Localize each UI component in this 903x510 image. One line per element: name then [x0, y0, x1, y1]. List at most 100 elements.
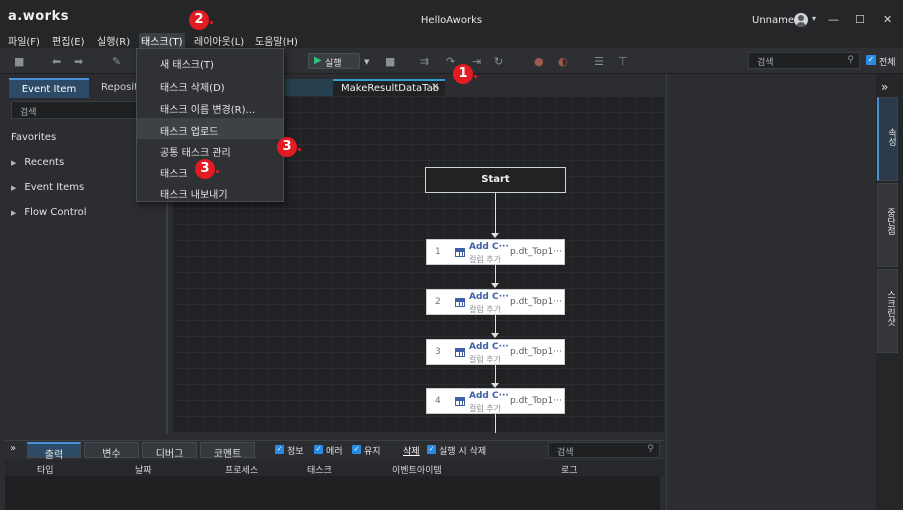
editor-tab-active[interactable]: MakeResultDataTab ✕: [333, 79, 445, 96]
toolbar-search-placeholder: 검색: [757, 58, 774, 68]
menu-rename-task[interactable]: 태스크 이름 변경(R)...: [137, 96, 283, 117]
column-type[interactable]: 타입: [37, 463, 54, 476]
table-icon: [455, 298, 465, 307]
collapse-right-icon[interactable]: »: [881, 80, 888, 94]
align-top-icon[interactable]: ⊤: [618, 55, 628, 68]
tree-item-label: Event Items: [24, 182, 85, 193]
tree-item-recents[interactable]: ▶ Recents: [11, 157, 64, 168]
menu-export-task[interactable]: 태스크 내보내기: [137, 181, 283, 202]
tab-debug[interactable]: 디버그: [142, 442, 197, 460]
user-avatar-icon[interactable]: [794, 13, 808, 27]
connector-arrow-icon: [491, 283, 499, 288]
save-icon[interactable]: ■: [14, 55, 24, 68]
step-subtitle: 컬럼 추가: [469, 255, 501, 264]
side-tab-properties[interactable]: 속성: [877, 97, 898, 181]
menu-delete-task[interactable]: 태스크 삭제(D): [137, 74, 283, 95]
menu-run[interactable]: 실행(R): [95, 33, 132, 48]
start-node[interactable]: Start: [425, 167, 566, 193]
side-tab-label: 스크린샷: [885, 290, 895, 326]
menu-file[interactable]: 파일(F): [6, 33, 42, 48]
step-param: p.dt_Top1···: [510, 347, 562, 357]
side-tab-screenshot[interactable]: 스크린샷: [877, 269, 898, 353]
stop-icon[interactable]: ■: [385, 55, 395, 68]
tab-comment[interactable]: 코멘트: [200, 442, 255, 460]
all-checkbox[interactable]: ✓: [866, 55, 876, 65]
step-into-icon[interactable]: ↷: [446, 55, 455, 68]
annotation-dot: [298, 148, 301, 151]
filter-error-checkbox[interactable]: ✓: [314, 445, 323, 454]
restart-icon[interactable]: ↻: [494, 55, 503, 68]
menu-common-task-management[interactable]: 공통 태스크 관리: [137, 139, 283, 160]
step-number: 2: [435, 297, 441, 307]
back-arrow-icon[interactable]: ⬅: [52, 55, 61, 68]
connector-line: [495, 265, 496, 283]
table-icon: [455, 248, 465, 257]
flow-step-4[interactable]: 4 Add C··· 컬럼 추가 p.dt_Top1···: [426, 388, 565, 414]
delete-on-run-checkbox[interactable]: ✓: [427, 445, 436, 454]
flow-step-2[interactable]: 2 Add C··· 컬럼 추가 p.dt_Top1···: [426, 289, 565, 315]
column-log[interactable]: 로그: [561, 463, 578, 476]
menu-layout[interactable]: 레이아웃(L): [192, 33, 246, 48]
play-icon: ▶: [314, 55, 322, 66]
forward-arrow-icon[interactable]: ➡: [74, 55, 83, 68]
annotation-dot: [474, 75, 477, 78]
step-out-icon[interactable]: ⇥: [472, 55, 481, 68]
menu-bar: [0, 30, 903, 48]
delete-log-button[interactable]: 삭제: [403, 444, 420, 457]
tree-item-label: Flow Control: [24, 207, 87, 218]
menu-upload-task[interactable]: 태스크 업로드: [137, 118, 283, 139]
menu-new-task[interactable]: 새 태스크(T): [137, 51, 283, 72]
column-date[interactable]: 날짜: [135, 463, 152, 476]
align-icon[interactable]: ☰: [594, 55, 604, 68]
connector-line: [495, 365, 496, 383]
connector-arrow-icon: [491, 333, 499, 338]
step-number: 3: [435, 347, 441, 357]
flow-step-1[interactable]: 1 Add C··· 컬럼 추가 p.dt_Top1···: [426, 239, 565, 265]
filter-keep-checkbox[interactable]: ✓: [352, 445, 361, 454]
column-process[interactable]: 프로세스: [225, 463, 258, 476]
output-search-input[interactable]: 검색 ⚲: [548, 442, 660, 458]
pin-icon[interactable]: ✎: [112, 55, 121, 68]
table-icon: [455, 348, 465, 357]
tree-item-event-items[interactable]: ▶ Event Items: [11, 182, 84, 193]
filter-info-checkbox[interactable]: ✓: [275, 445, 284, 454]
run-options-chevron-icon[interactable]: ▼: [364, 58, 369, 66]
filter-error-label: 에러: [326, 447, 343, 457]
left-search-placeholder: 검색: [20, 108, 37, 118]
tree-item-flow-control[interactable]: ▶ Flow Control: [11, 207, 87, 218]
menu-task[interactable]: 태스크(T): [139, 33, 185, 48]
tab-event-item[interactable]: Event Item: [9, 78, 89, 98]
step-subtitle: 컬럼 추가: [469, 355, 501, 364]
tree-item-label: Recents: [24, 157, 65, 168]
close-tab-icon[interactable]: ✕: [431, 82, 439, 93]
step-param: p.dt_Top1···: [510, 396, 562, 406]
maximize-icon[interactable]: ☐: [855, 13, 865, 26]
collapse-down-icon[interactable]: »: [10, 443, 16, 454]
step-param: p.dt_Top1···: [510, 297, 562, 307]
favorites-heading[interactable]: Favorites: [11, 132, 56, 143]
breakpoint-remove-icon[interactable]: ◐: [558, 55, 568, 68]
column-event-item[interactable]: 이벤트아이템: [392, 463, 442, 476]
flow-step-3[interactable]: 3 Add C··· 컬럼 추가 p.dt_Top1···: [426, 339, 565, 365]
connector-line: [495, 414, 496, 433]
chevron-down-icon[interactable]: ▾: [812, 14, 816, 23]
column-task[interactable]: 태스크: [307, 463, 332, 476]
minimize-icon[interactable]: —: [828, 13, 839, 26]
side-tab-breakpoints[interactable]: 중단점: [877, 183, 898, 267]
side-tab-label: 속성: [886, 128, 896, 146]
search-icon: ⚲: [847, 55, 854, 65]
step-over-icon[interactable]: ⇉: [420, 55, 429, 68]
toolbar-search-input[interactable]: 검색 ⚲: [748, 52, 860, 69]
run-button[interactable]: ▶ 실행: [308, 53, 360, 69]
close-icon[interactable]: ✕: [883, 13, 892, 26]
tab-variables[interactable]: 변수: [84, 442, 139, 460]
tab-output[interactable]: 출력: [27, 442, 81, 461]
step-title: Add C···: [469, 391, 509, 401]
step-title: Add C···: [469, 242, 509, 252]
menu-help[interactable]: 도움말(H): [253, 33, 300, 48]
log-table-body: [5, 476, 660, 510]
task-dropdown-menu: 새 태스크(T) 태스크 삭제(D) 태스크 이름 변경(R)... 태스크 업…: [136, 48, 284, 202]
breakpoint-add-icon[interactable]: ●: [534, 55, 544, 68]
annotation-badge-3: 3: [277, 137, 297, 157]
menu-edit[interactable]: 편집(E): [50, 33, 87, 48]
